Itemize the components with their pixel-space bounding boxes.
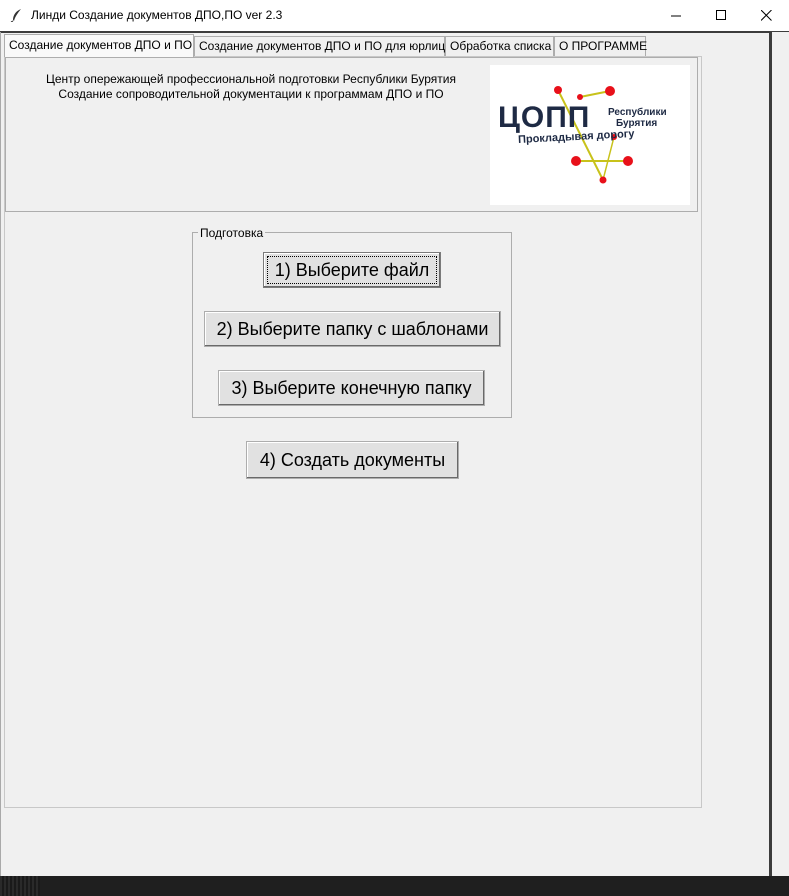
close-icon (760, 10, 772, 21)
prep-group-label: Подготовка (198, 226, 266, 240)
tab-create-documents-legal[interactable]: Создание документов ДПО и ПО для юрлиц (194, 36, 445, 56)
maximize-button[interactable] (698, 0, 744, 31)
logo: ЦОПП Республики Бурятия Прокладывая доро… (490, 65, 690, 205)
select-file-button[interactable]: 1) Выберите файл (263, 252, 441, 288)
logo-sub-text-2: Бурятия (616, 118, 658, 129)
create-documents-button[interactable]: 4) Создать документы (246, 441, 459, 479)
window-title: Линди Создание документов ДПО,ПО ver 2.3 (31, 8, 283, 22)
close-button[interactable] (743, 0, 789, 31)
window-titlebar: Линди Создание документов ДПО,ПО ver 2.3 (0, 0, 789, 32)
tab-create-documents[interactable]: Создание документов ДПО и ПО (4, 34, 194, 57)
select-output-folder-button[interactable]: 3) Выберите конечную папку (218, 370, 485, 406)
header-org-name: Центр опережающей профессиональной подго… (45, 72, 456, 86)
maximize-icon (715, 10, 726, 20)
tab-about[interactable]: О ПРОГРАММЕ (554, 36, 647, 56)
tab-process-list[interactable]: Обработка списка (445, 36, 554, 56)
window-frame-left (0, 32, 1, 876)
minimize-icon (670, 15, 681, 17)
logo-sub-text-1: Республики (608, 107, 667, 118)
select-templates-folder-button[interactable]: 2) Выберите папку с шаблонами (204, 311, 501, 347)
taskbar (0, 876, 789, 896)
window-side-strip (772, 32, 789, 876)
taskbar-edge (0, 876, 40, 896)
window-frame-top (0, 31, 789, 33)
minimize-button[interactable] (653, 0, 699, 31)
feather-icon (10, 9, 21, 22)
header-subtitle: Создание сопроводительной документации к… (58, 87, 444, 101)
logo-main-text: ЦОПП (498, 101, 591, 134)
